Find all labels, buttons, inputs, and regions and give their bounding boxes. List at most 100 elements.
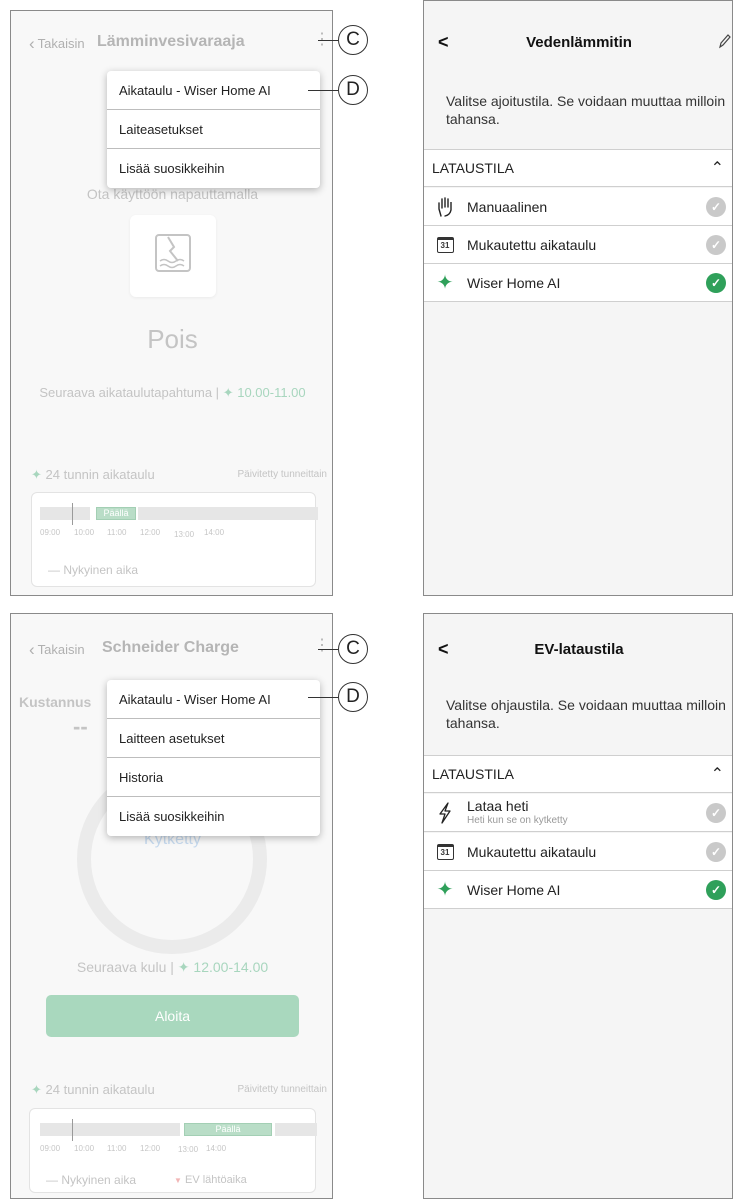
next-event-time: 10.00-11.00 bbox=[237, 385, 306, 400]
callout-line-c bbox=[318, 649, 338, 650]
start-button[interactable]: Aloita bbox=[46, 995, 299, 1037]
sparkle-icon: ✦ bbox=[436, 272, 454, 294]
unchecked-icon: ✓ bbox=[706, 841, 726, 862]
legend-current-time: — Nykyinen aika bbox=[46, 1173, 137, 1187]
current-time-line bbox=[72, 1119, 73, 1141]
sparkle-icon: ✦ bbox=[436, 879, 454, 901]
timeline-off bbox=[275, 1123, 317, 1136]
screen-title: EV-lataustila bbox=[534, 641, 624, 658]
legend-ev-label: EV lähtöaika bbox=[184, 1174, 247, 1186]
lightning-icon bbox=[434, 801, 456, 824]
calendar-day: 31 bbox=[436, 843, 454, 860]
option-label: Wiser Home AI bbox=[467, 274, 561, 291]
back-link[interactable]: ‹ Takaisin bbox=[29, 641, 85, 658]
option-label: Lataa heti bbox=[467, 798, 529, 814]
back-chevron-icon[interactable]: < bbox=[438, 32, 449, 53]
back-label: Takaisin bbox=[37, 642, 85, 657]
chevron-up-icon: ⌃ bbox=[710, 160, 724, 177]
mode-description: Valitse ajoitustila. Se voidaan muuttaa … bbox=[446, 93, 726, 127]
legend-ev-departure: ▼ EV lähtöaika bbox=[174, 1174, 247, 1186]
back-link[interactable]: ‹ Takaisin bbox=[29, 35, 85, 52]
screen-title: Vedenlämmitin bbox=[526, 34, 632, 51]
next-event-label: Seuraava aikataulutapahtuma | bbox=[39, 385, 220, 400]
tick-label: 12:00 bbox=[140, 528, 161, 537]
option-custom-schedule[interactable]: 31 Mukautettu aikataulu ✓ bbox=[424, 833, 732, 871]
sparkle-icon: ✦ bbox=[31, 1082, 42, 1097]
callout-line-d bbox=[308, 697, 338, 698]
timeline-on: Päällä bbox=[96, 507, 136, 520]
unchecked-icon: ✓ bbox=[706, 234, 726, 255]
more-options-icon[interactable]: ⋮ bbox=[314, 638, 330, 654]
sparkle-icon: ✦ bbox=[222, 385, 234, 400]
menu-item-history[interactable]: Historia bbox=[107, 758, 320, 797]
chevron-up-icon: ⌃ bbox=[710, 766, 724, 783]
back-label: Takaisin bbox=[37, 36, 85, 51]
section-header[interactable]: LATAUSTILA ⌃ bbox=[424, 149, 732, 187]
screen-title: Lämminvesivaraaja bbox=[97, 33, 245, 50]
timeline-off bbox=[40, 1123, 180, 1136]
option-custom-schedule[interactable]: 31 Mukautettu aikataulu ✓ bbox=[424, 226, 732, 264]
calendar-icon: 31 bbox=[434, 234, 456, 256]
ev-charge-mode-screen: < EV-lataustila Valitse ohjaustila. Se v… bbox=[423, 613, 733, 1199]
tick-label: 13:00 bbox=[174, 530, 195, 539]
option-label: Mukautettu aikataulu bbox=[467, 843, 597, 860]
next-cost-label: Seuraava kulu | bbox=[76, 959, 174, 975]
option-charge-now[interactable]: Lataa heti Heti kun se on kytketty ✓ bbox=[424, 794, 732, 832]
water-heater-tile[interactable] bbox=[130, 215, 216, 297]
timeline-on: Päällä bbox=[184, 1123, 272, 1136]
tick-label: 09:00 bbox=[40, 528, 61, 537]
option-wiser-ai[interactable]: ✦ Wiser Home AI ✓ bbox=[424, 264, 732, 302]
menu-item-device-settings[interactable]: Laiteasetukset bbox=[107, 110, 320, 149]
options-menu: Aikataulu - Wiser Home AI Laitteen asetu… bbox=[107, 680, 320, 836]
option-label: Manuaalinen bbox=[467, 198, 548, 215]
callout-c: C bbox=[338, 25, 368, 55]
menu-item-device-settings[interactable]: Laitteen asetukset bbox=[107, 719, 320, 758]
section-title: LATAUSTILA bbox=[432, 766, 514, 782]
hand-icon bbox=[434, 196, 456, 218]
option-sublabel: Heti kun se on kytketty bbox=[467, 815, 568, 826]
option-wiser-ai[interactable]: ✦ Wiser Home AI ✓ bbox=[424, 871, 732, 909]
schedule-header: ✦ 24 tunnin aikataulu Päivitetty tunneit… bbox=[31, 467, 327, 483]
enable-hint: Ota käyttöön napauttamalla bbox=[86, 186, 259, 202]
mode-description: Valitse ohjaustila. Se voidaan muuttaa m… bbox=[446, 697, 726, 731]
menu-item-add-favorite[interactable]: Lisää suosikkeihin bbox=[107, 149, 320, 188]
cost-label: Kustannus bbox=[19, 694, 92, 710]
callout-line-d bbox=[308, 90, 338, 91]
schedule-title: 24 tunnin aikataulu bbox=[45, 467, 155, 482]
tick-label: 14:00 bbox=[206, 1144, 227, 1153]
schedule-chart: Päällä 09:00 10:00 11:00 12:00 13:00 14:… bbox=[31, 492, 318, 587]
section-header[interactable]: LATAUSTILA ⌃ bbox=[424, 755, 732, 793]
tick-label: 10:00 bbox=[74, 1144, 95, 1153]
option-manual[interactable]: Manuaalinen ✓ bbox=[424, 188, 732, 226]
tick-label: 09:00 bbox=[40, 1144, 61, 1153]
timeline-off bbox=[40, 507, 90, 520]
option-label: Wiser Home AI bbox=[467, 881, 561, 898]
options-menu: Aikataulu - Wiser Home AI Laiteasetukset… bbox=[107, 71, 320, 188]
menu-item-schedule-ai[interactable]: Aikataulu - Wiser Home AI bbox=[107, 71, 320, 110]
menu-item-schedule-ai[interactable]: Aikataulu - Wiser Home AI bbox=[107, 680, 320, 719]
water-heater-icon bbox=[155, 234, 191, 272]
chevron-left-icon: ‹ bbox=[29, 640, 35, 659]
back-chevron-icon[interactable]: < bbox=[438, 639, 449, 660]
option-label: Mukautettu aikataulu bbox=[467, 236, 597, 253]
unchecked-icon: ✓ bbox=[706, 802, 726, 823]
schedule-title: 24 tunnin aikataulu bbox=[45, 1082, 155, 1097]
chevron-left-icon: ‹ bbox=[29, 34, 35, 53]
water-heater-screen: ‹ Takaisin Lämminvesivaraaja ⋮ Ota käytt… bbox=[10, 10, 333, 596]
tick-label: 10:00 bbox=[74, 528, 95, 537]
schedule-chart: Päällä 09:00 10:00 11:00 12:00 13:00 14:… bbox=[29, 1108, 317, 1193]
current-time-line bbox=[72, 503, 73, 525]
menu-item-add-favorite[interactable]: Lisää suosikkeihin bbox=[107, 797, 320, 836]
callout-d: D bbox=[338, 682, 368, 712]
section-title: LATAUSTILA bbox=[432, 160, 514, 176]
screen-title: Schneider Charge bbox=[102, 639, 239, 656]
schedule-updated: Päivitetty tunneittain bbox=[237, 469, 328, 480]
triangle-down-icon: ▼ bbox=[174, 1176, 182, 1185]
calendar-day: 31 bbox=[436, 236, 454, 253]
schedule-updated: Päivitetty tunneittain bbox=[237, 1084, 328, 1095]
pencil-icon[interactable] bbox=[718, 33, 732, 54]
timeline-off bbox=[138, 507, 318, 520]
cost-value: -- bbox=[73, 714, 88, 739]
next-cost-time: 12.00-14.00 bbox=[193, 959, 269, 975]
unchecked-icon: ✓ bbox=[706, 196, 726, 217]
